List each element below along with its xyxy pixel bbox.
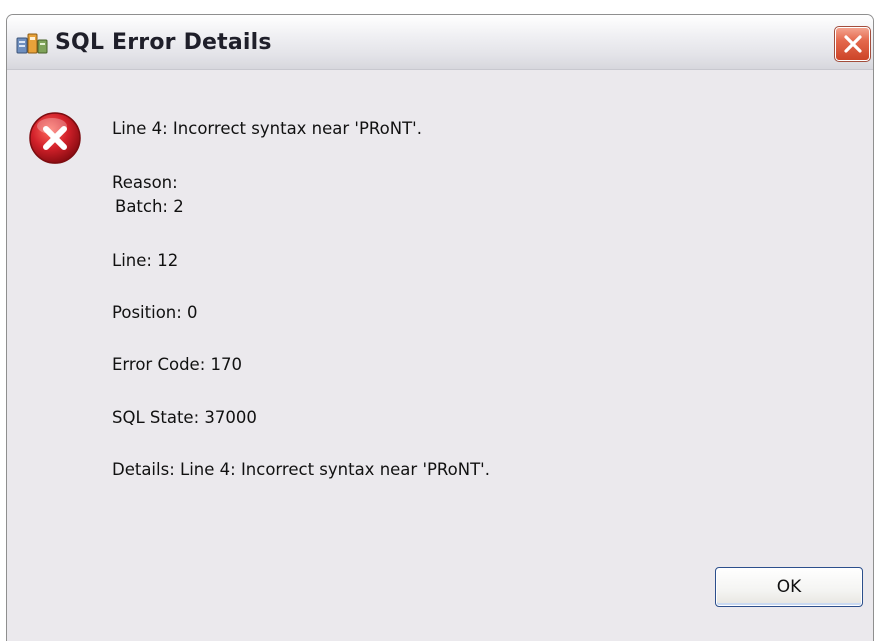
details-value: Details: Line 4: Incorrect syntax near '… — [112, 460, 490, 479]
batch-value: Batch: 2 — [115, 197, 184, 216]
error-code-value: Error Code: 170 — [112, 355, 243, 374]
error-headline: Line 4: Incorrect syntax near 'PRoNT'. — [112, 119, 422, 138]
position-value: Position: 0 — [112, 303, 198, 322]
sql-error-dialog: SQL Error Details Line 4: Incorrect synt… — [6, 14, 874, 641]
sql-state-value: SQL State: 37000 — [112, 408, 257, 427]
ok-button[interactable]: OK — [715, 567, 863, 607]
dialog-content: Line 4: Incorrect syntax near 'PRoNT'. R… — [7, 70, 873, 641]
close-button[interactable] — [834, 26, 871, 62]
reason-label: Reason: — [112, 173, 178, 192]
database-app-icon — [16, 32, 48, 56]
error-icon — [28, 111, 82, 165]
window-title: SQL Error Details — [55, 30, 272, 55]
line-value: Line: 12 — [112, 251, 179, 270]
title-bar[interactable]: SQL Error Details — [7, 15, 873, 70]
close-icon — [844, 35, 862, 53]
